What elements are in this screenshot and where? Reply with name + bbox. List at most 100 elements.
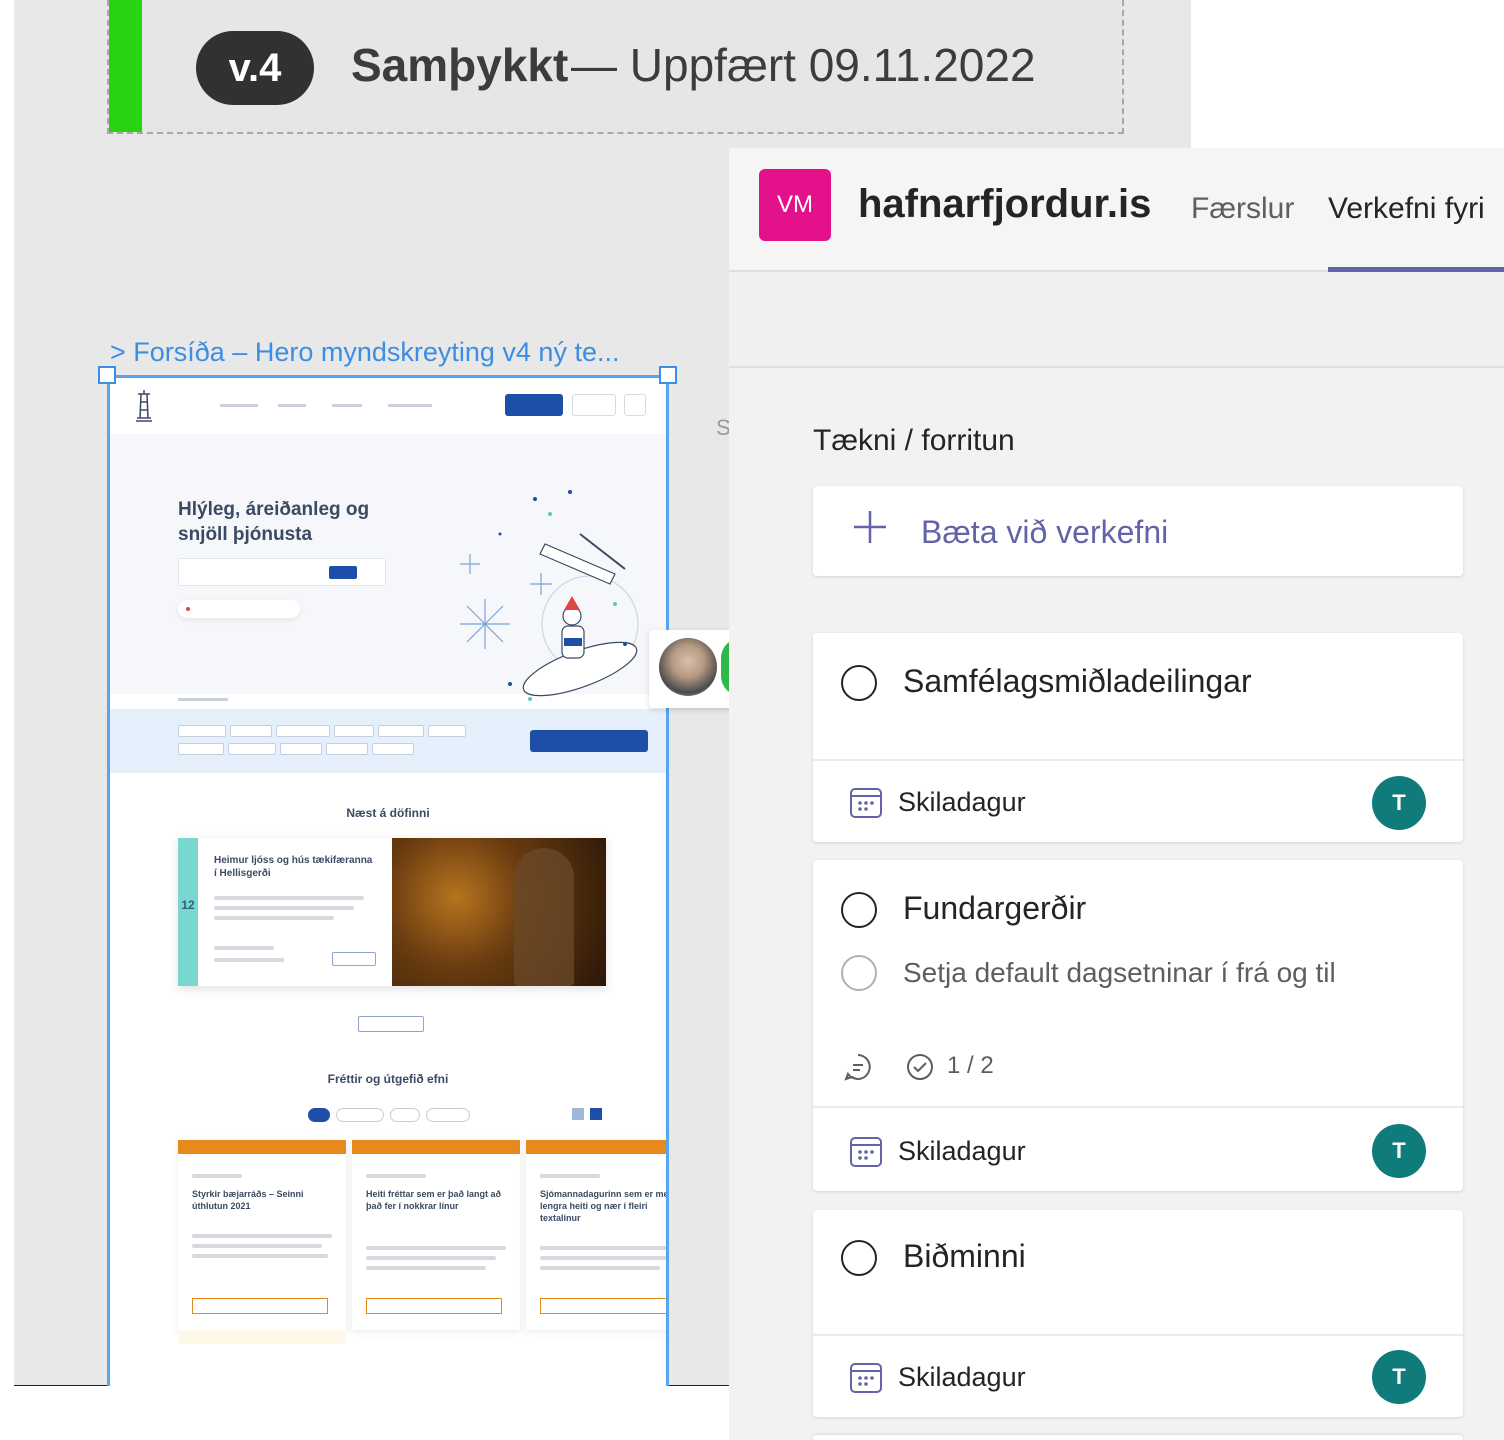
comment-icon — [844, 1054, 871, 1081]
mock-news-card-button — [192, 1298, 328, 1314]
mock-alert-pill — [178, 600, 300, 618]
collaborator-avatars[interactable] — [649, 630, 761, 708]
tab-tasks[interactable]: Verkefni fyri — [1328, 192, 1485, 226]
mock-chip — [334, 725, 374, 737]
mock-navbar — [110, 378, 666, 434]
mock-filter-pill — [336, 1108, 384, 1122]
grid-view-icon — [572, 1108, 584, 1120]
due-date-label[interactable]: Skiladagur — [898, 1136, 1026, 1167]
mock-shortcut-label — [178, 698, 228, 701]
assignee-avatar[interactable]: T — [1372, 1124, 1426, 1178]
assignee-avatar[interactable]: T — [1372, 1350, 1426, 1404]
version-banner: v.4 Samþykkt — Uppfært 09.11.2022 — [107, 0, 1124, 134]
mock-chip — [372, 743, 414, 755]
mock-filter-pill — [390, 1108, 420, 1122]
resize-handle-top-right[interactable] — [659, 366, 677, 384]
status-accent-bar — [109, 0, 142, 132]
text-line — [366, 1256, 496, 1260]
task-card-partial[interactable] — [813, 1435, 1463, 1440]
mock-shortcut-button — [530, 730, 648, 752]
task-card[interactable]: Samfélagsmiðladeilingar Skiladagur T — [813, 633, 1463, 842]
mock-event-date: 12 — [178, 838, 198, 986]
mock-language-button — [572, 394, 616, 416]
mock-hero: Hlýleg, áreiðanleg og snjöll þjónusta — [110, 434, 666, 701]
event-photo — [392, 838, 606, 986]
add-task-label: Bæta við verkefni — [921, 514, 1169, 550]
mock-news-card-button — [366, 1298, 502, 1314]
text-line — [192, 1234, 332, 1238]
mock-chip — [276, 725, 330, 737]
text-line — [366, 1266, 486, 1270]
mock-chip — [326, 743, 368, 755]
mock-news-card-title: Heiti fréttar sem er það langt að það fe… — [366, 1189, 502, 1211]
mock-news-card-header — [178, 1140, 346, 1154]
version-updated-date: — Uppfært 09.11.2022 — [571, 39, 1036, 91]
design-frame-homepage[interactable]: Hlýleg, áreiðanleg og snjöll þjónusta Næ… — [107, 375, 669, 1386]
mock-news-footer — [178, 1330, 346, 1344]
sledding-illustration-icon — [460, 490, 639, 701]
mock-login-button — [505, 394, 563, 416]
calendar-icon — [850, 788, 882, 818]
mock-upcoming-title: Næst á döfinni — [346, 806, 430, 820]
mock-news-card-header — [526, 1140, 666, 1154]
bucket-title[interactable]: Tækni / forritun — [813, 424, 1015, 458]
mock-shortcut-strip — [110, 709, 666, 773]
resize-handle-top-left[interactable] — [98, 366, 116, 384]
mock-news-card-title: Styrkir bæjarráðs – Seinni úthlutun 2021 — [192, 1189, 304, 1211]
mock-filter-pill — [308, 1108, 330, 1122]
subtask-checkbox[interactable] — [841, 955, 877, 991]
mock-chip — [178, 725, 226, 737]
mock-news-title: Fréttir og útgefið efni — [327, 1072, 449, 1086]
text-line — [214, 946, 274, 950]
mock-event-card: 12 Heimur ljóss og hús tækifæranna í Hel… — [178, 838, 606, 986]
card-divider — [813, 1106, 1463, 1108]
plus-icon — [854, 511, 886, 543]
text-line — [214, 906, 354, 910]
due-date-label[interactable]: Skiladagur — [898, 1362, 1026, 1393]
mock-search-field — [178, 558, 386, 586]
mock-news-card: Heiti fréttar sem er það langt að það fe… — [352, 1140, 520, 1330]
mock-chip — [228, 743, 276, 755]
mock-hero-title: Hlýleg, áreiðanleg og snjöll þjónusta — [178, 499, 370, 545]
avatar[interactable] — [659, 638, 717, 696]
text-line — [192, 1254, 328, 1258]
version-pill: v.4 — [196, 31, 314, 105]
card-divider — [813, 1334, 1463, 1336]
task-complete-checkbox[interactable] — [841, 892, 877, 928]
event-photo-figure — [514, 848, 574, 986]
calendar-icon — [850, 1137, 882, 1167]
subtask-title[interactable]: Setja default dagsetninar í frá og til — [903, 957, 1336, 989]
text-line — [214, 896, 364, 900]
task-title: Samfélagsmiðladeilingar — [903, 663, 1252, 699]
due-date-label[interactable]: Skiladagur — [898, 787, 1026, 818]
mock-search-button — [624, 394, 646, 416]
text-line — [214, 958, 284, 962]
mock-read-more-button — [332, 952, 376, 966]
add-task-button[interactable]: Bæta við verkefni — [813, 486, 1463, 576]
mock-news-card: Sjómannadagurinn sem er með lengra heiti… — [526, 1140, 666, 1330]
mock-news-card-button — [540, 1298, 666, 1314]
planner-toolbar — [729, 274, 1504, 368]
team-avatar[interactable]: VM — [759, 169, 831, 241]
team-header: VM hafnarfjordur.is Færslur Verkefni fyr… — [729, 148, 1504, 272]
tab-posts[interactable]: Færslur — [1191, 192, 1294, 226]
text-line — [192, 1174, 242, 1178]
assignee-avatar[interactable]: T — [1372, 776, 1426, 830]
mock-nav-item — [388, 404, 432, 407]
text-line — [214, 916, 334, 920]
team-title: hafnarfjordur.is — [858, 182, 1152, 226]
mock-nav-item — [220, 404, 258, 407]
frame-label[interactable]: > Forsíða – Hero myndskreyting v4 ný te.… — [110, 337, 619, 368]
task-complete-checkbox[interactable] — [841, 1240, 877, 1276]
checklist-icon — [907, 1054, 933, 1080]
mock-search-submit — [329, 566, 357, 579]
text-line — [540, 1256, 666, 1260]
mock-chip — [280, 743, 322, 755]
task-card[interactable]: Biðminni Skiladagur T — [813, 1210, 1463, 1417]
text-line — [366, 1246, 506, 1250]
task-card[interactable]: Fundargerðir Setja default dagsetninar í… — [813, 860, 1463, 1191]
mock-event-title: Heimur ljóss og hús tækifæranna í Hellis… — [214, 855, 373, 879]
task-complete-checkbox[interactable] — [841, 665, 877, 701]
mock-chip — [428, 725, 466, 737]
active-tab-indicator — [1328, 267, 1504, 272]
